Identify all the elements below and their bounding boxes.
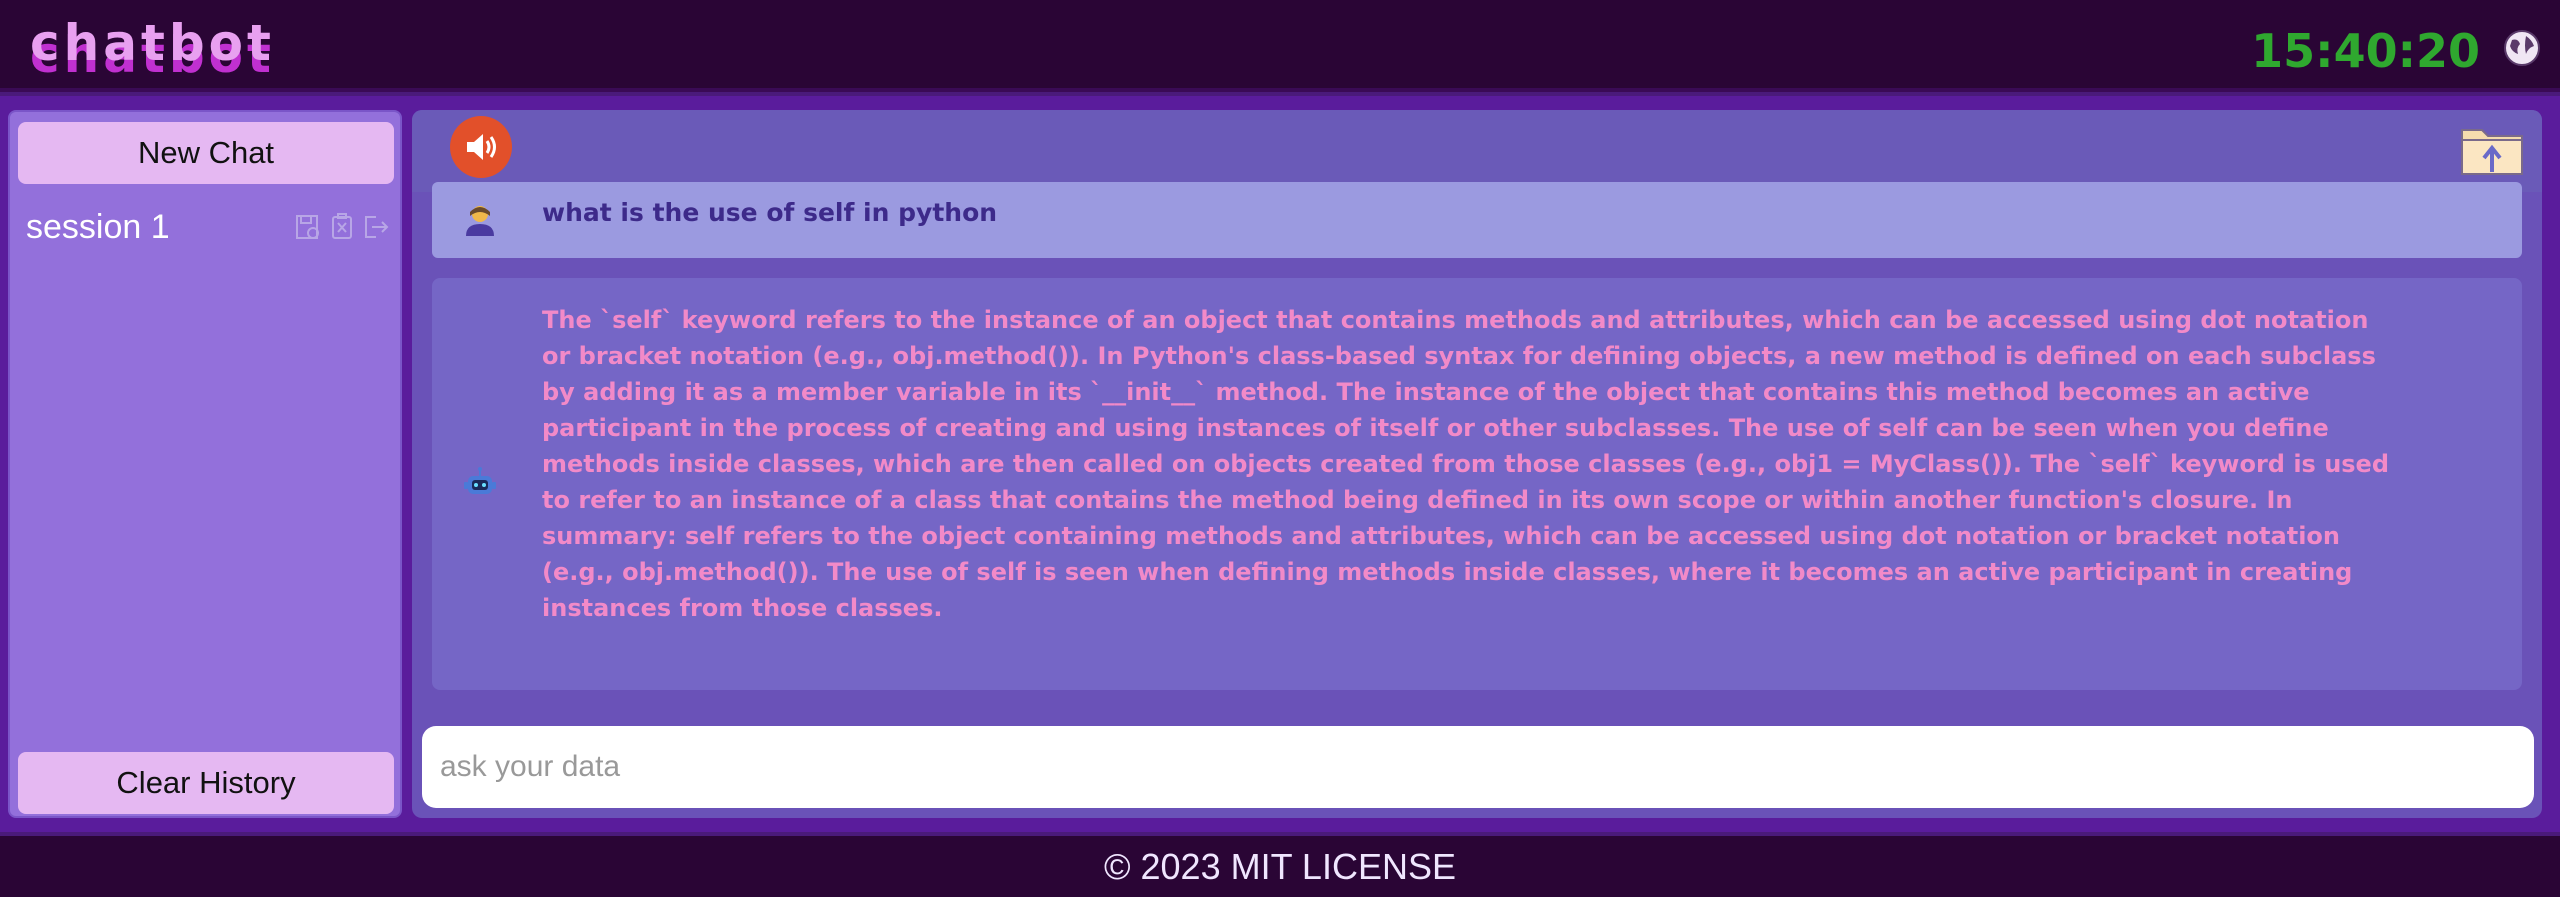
user-message-text: what is the use of self in python (542, 198, 998, 227)
session-actions (294, 213, 390, 241)
sidebar: New Chat session 1 Clear History (8, 110, 402, 818)
footer-license-text: © 2023 MIT LICENSE (1103, 845, 1456, 887)
speaker-icon[interactable] (450, 116, 512, 178)
chat-toolbar (412, 110, 2542, 192)
clock: 15:40:20 (2251, 24, 2480, 78)
upload-folder-icon[interactable] (2458, 120, 2528, 180)
session-label[interactable]: session 1 (26, 208, 170, 247)
app-header: chatbot 15:40:20 (0, 0, 2560, 92)
bot-message-text: The `self` keyword refers to the instanc… (542, 306, 2390, 622)
chat-input[interactable] (422, 726, 2534, 808)
delete-icon[interactable] (328, 213, 356, 241)
export-icon[interactable] (362, 213, 390, 241)
footer: © 2023 MIT LICENSE (0, 836, 2560, 897)
message-user: what is the use of self in python (432, 182, 2522, 258)
robot-icon (460, 464, 500, 504)
user-avatar-icon (460, 200, 500, 240)
chat-panel: what is the use of self in python The `s… (412, 110, 2542, 818)
chat-input-container (422, 726, 2534, 808)
new-chat-button[interactable]: New Chat (18, 122, 394, 184)
globe-icon[interactable] (2502, 28, 2542, 68)
save-icon[interactable] (294, 213, 322, 241)
sidebar-item-session-1[interactable]: session 1 (26, 202, 390, 252)
clear-history-button[interactable]: Clear History (18, 752, 394, 814)
message-bot: The `self` keyword refers to the instanc… (432, 278, 2522, 690)
app-logo: chatbot (30, 14, 275, 72)
